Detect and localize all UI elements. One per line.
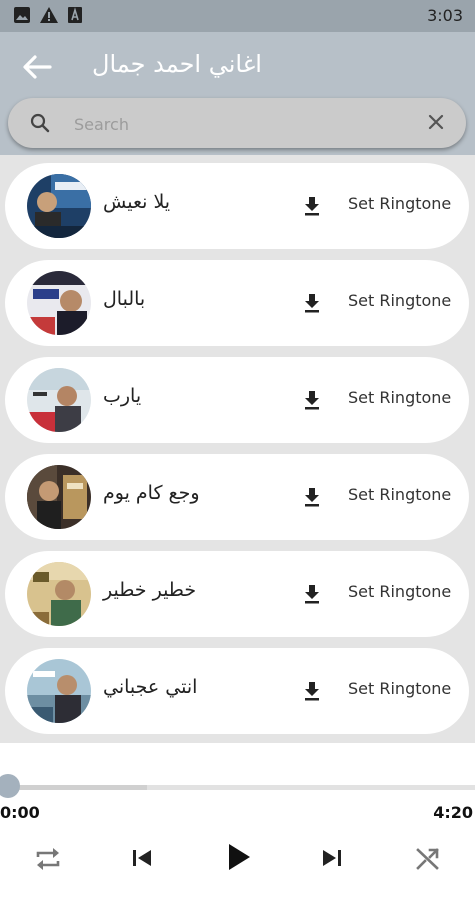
song-card[interactable]: خطير خطير Set Ringtone — [5, 551, 469, 637]
seek-bar-buffer — [0, 785, 148, 790]
image-notification-icon — [14, 7, 30, 23]
set-ringtone-button[interactable]: Set Ringtone — [348, 194, 451, 213]
set-ringtone-button[interactable]: Set Ringtone — [348, 291, 451, 310]
music-player: 0:00 4:20 — [0, 743, 475, 900]
song-thumbnail — [27, 174, 91, 238]
set-ringtone-button[interactable]: Set Ringtone — [348, 485, 451, 504]
previous-icon[interactable] — [131, 846, 153, 870]
song-card[interactable]: بالبال Set Ringtone — [5, 260, 469, 346]
app-bar: اغاني احمد جمال — [0, 32, 475, 155]
download-icon[interactable] — [303, 196, 321, 216]
song-title: يلا نعيش — [103, 191, 171, 213]
search-bar[interactable] — [8, 98, 466, 148]
download-icon[interactable] — [303, 681, 321, 701]
song-title: وجع كام يوم — [103, 482, 200, 504]
song-card[interactable]: يارب Set Ringtone — [5, 357, 469, 443]
close-icon[interactable] — [428, 114, 444, 130]
duration: 4:20 — [433, 803, 473, 822]
song-thumbnail — [27, 271, 91, 335]
song-thumbnail — [27, 465, 91, 529]
search-input[interactable] — [72, 110, 406, 138]
next-icon[interactable] — [321, 846, 343, 870]
set-ringtone-button[interactable]: Set Ringtone — [348, 582, 451, 601]
status-bar: 3:03 — [0, 0, 475, 32]
song-thumbnail — [27, 659, 91, 723]
seek-bar[interactable] — [0, 785, 475, 790]
song-title: بالبال — [103, 288, 146, 310]
song-thumbnail — [27, 368, 91, 432]
notification-icons — [14, 7, 82, 23]
back-arrow-icon[interactable] — [22, 54, 52, 80]
song-card[interactable]: وجع كام يوم Set Ringtone — [5, 454, 469, 540]
clock: 3:03 — [427, 6, 463, 25]
song-title: يارب — [103, 385, 142, 407]
play-icon[interactable] — [226, 842, 252, 872]
song-card[interactable]: انتي عجباني Set Ringtone — [5, 648, 469, 734]
song-title: خطير خطير — [103, 579, 197, 601]
search-icon — [30, 113, 50, 133]
song-card[interactable]: يلا نعيش Set Ringtone — [5, 163, 469, 249]
download-icon[interactable] — [303, 584, 321, 604]
song-title: انتي عجباني — [103, 676, 198, 698]
font-notification-icon — [68, 7, 82, 23]
shuffle-icon[interactable] — [415, 846, 441, 872]
warning-notification-icon — [40, 7, 58, 23]
set-ringtone-button[interactable]: Set Ringtone — [348, 388, 451, 407]
set-ringtone-button[interactable]: Set Ringtone — [348, 679, 451, 698]
download-icon[interactable] — [303, 293, 321, 313]
download-icon[interactable] — [303, 390, 321, 410]
page-title: اغاني احمد جمال — [92, 50, 262, 78]
download-icon[interactable] — [303, 487, 321, 507]
song-thumbnail — [27, 562, 91, 626]
repeat-icon[interactable] — [34, 846, 62, 872]
current-time: 0:00 — [0, 803, 40, 822]
seek-bar-thumb[interactable] — [0, 774, 20, 798]
